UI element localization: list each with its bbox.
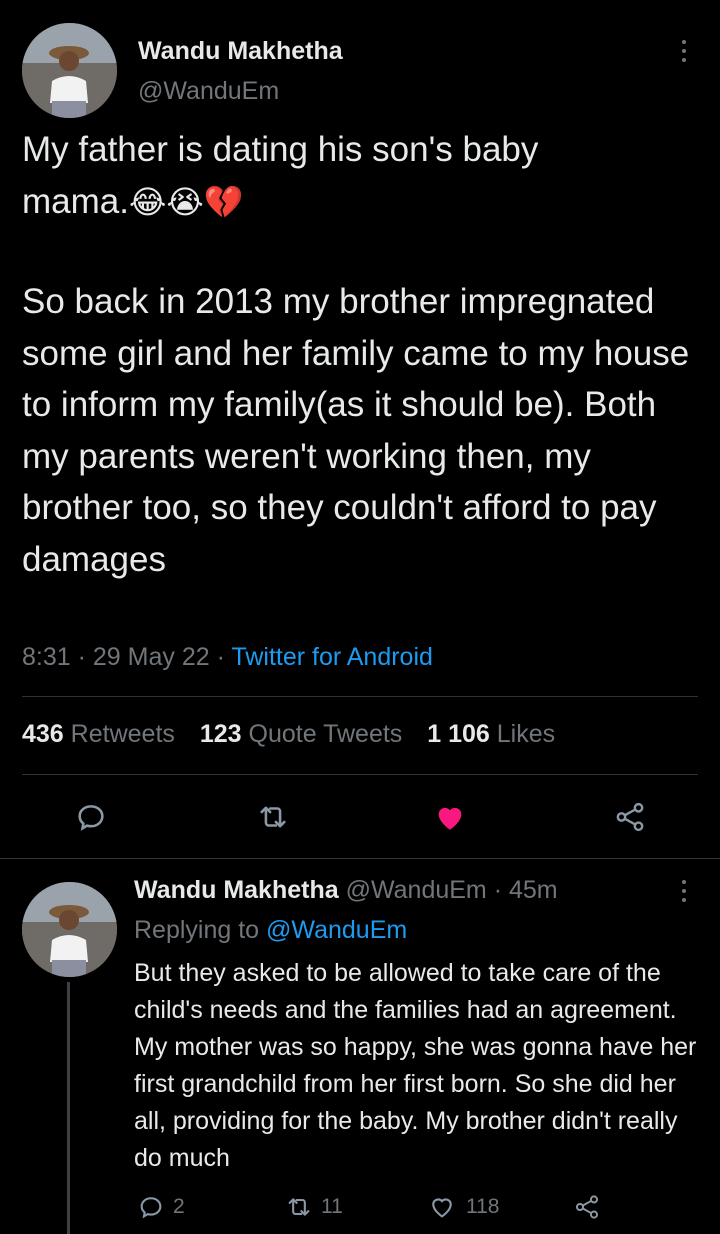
retweets-stat[interactable]: 436 Retweets — [22, 720, 182, 748]
replying-to-label: Replying to — [134, 916, 260, 944]
reply-text: But they asked to be allowed to take car… — [134, 959, 697, 1172]
avatar-photo — [22, 23, 117, 118]
author-name[interactable]: Wandu Makhetha — [138, 37, 343, 66]
like-count: 118 — [466, 1195, 500, 1218]
divider — [22, 774, 698, 775]
reply-count: 2 — [173, 1195, 185, 1218]
tweet-stats: 436 Retweets 123 Quote Tweets 1 106 Like… — [22, 720, 555, 749]
retweets-count: 436 — [22, 720, 64, 748]
quotes-label: Quote Tweets — [248, 720, 403, 748]
tweet-meta: 8:31 · 29 May 22 · Twitter for Android — [22, 643, 433, 671]
reply-author-handle[interactable]: @WanduEm — [346, 876, 487, 904]
reply-icon[interactable] — [74, 800, 108, 834]
tweet-body: So back in 2013 my brother impregnated s… — [22, 282, 690, 579]
reply-icon — [137, 1193, 165, 1221]
reply-retweet-button[interactable]: 11 — [285, 1193, 343, 1221]
more-options-icon[interactable] — [682, 40, 686, 62]
tears-of-joy-emoji-icon: 😂 — [128, 184, 167, 220]
tweet-text: My father is dating his son's baby mama.… — [22, 124, 702, 228]
likes-stat[interactable]: 1 106 Likes — [427, 720, 555, 748]
author-avatar[interactable] — [22, 23, 117, 118]
retweets-label: Retweets — [70, 720, 175, 748]
reply-reply-button[interactable]: 2 — [137, 1193, 185, 1221]
tweet-date: 29 May 22 — [92, 643, 210, 671]
divider — [22, 696, 698, 697]
replying-to: Replying to @WanduEm — [134, 916, 407, 945]
reply-author-avatar[interactable] — [22, 882, 117, 977]
retweet-icon[interactable] — [255, 800, 291, 834]
share-icon[interactable] — [612, 800, 648, 834]
avatar-photo — [22, 882, 117, 977]
crying-emoji-icon: 😭 — [166, 184, 204, 220]
quotes-count: 123 — [199, 720, 242, 748]
thread-line — [67, 982, 70, 1234]
likes-count: 1 106 — [427, 720, 490, 748]
reply-like-button[interactable]: 118 — [428, 1193, 499, 1221]
author-handle[interactable]: @WanduEm — [138, 77, 279, 106]
replying-to-handle[interactable]: @WanduEm — [266, 916, 407, 944]
reply-more-options-icon[interactable] — [682, 880, 686, 902]
reply-author-name[interactable]: Wandu Makhetha — [134, 876, 339, 904]
heart-outline-icon — [428, 1193, 456, 1221]
divider — [0, 858, 720, 859]
tweet-text-line1: My father is dating his son's baby — [22, 130, 539, 169]
retweet-count: 11 — [321, 1195, 343, 1218]
tweet-source-link[interactable]: Twitter for Android — [231, 643, 432, 671]
broken-heart-emoji-icon: 💔 — [203, 184, 244, 220]
reply-share-icon[interactable] — [572, 1193, 602, 1221]
like-icon[interactable] — [432, 800, 468, 834]
reply-header: Wandu Makhetha @WanduEm · 45m — [134, 876, 558, 904]
tweet-time: 8:31 — [22, 643, 71, 671]
quotes-stat[interactable]: 123 Quote Tweets — [200, 720, 409, 748]
likes-label: Likes — [496, 720, 556, 748]
retweet-icon — [285, 1193, 313, 1221]
tweet-text-line2: mama. 😂 😭 💔 — [22, 176, 702, 228]
reply-time: 45m — [509, 876, 558, 904]
